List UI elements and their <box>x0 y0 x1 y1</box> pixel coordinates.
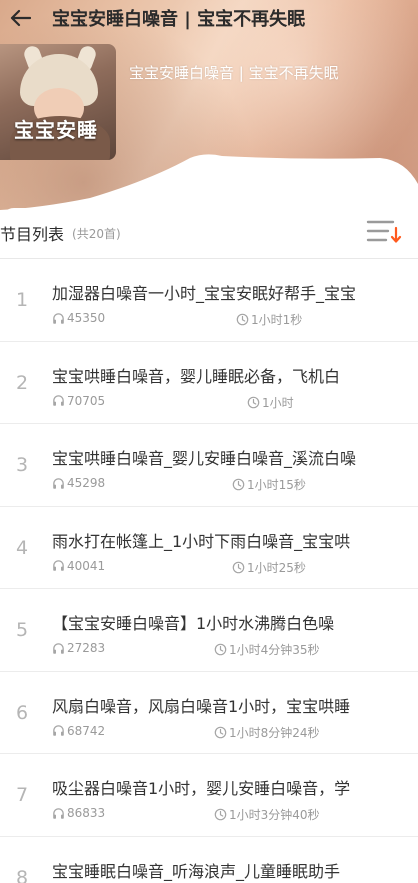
track-title: 吸尘器白噪音1小时，婴儿安睡白噪音，学 <box>52 779 351 798</box>
album-header: 宝宝安睡白噪音 | 宝宝不再失眠 宝宝安睡 宝宝安睡白噪音 | 宝宝不再失眠 <box>0 0 418 215</box>
clock-icon <box>236 313 249 326</box>
clock-icon <box>214 808 227 821</box>
clock-icon <box>247 396 260 408</box>
track-row[interactable]: 1 加湿器白噪音一小时_宝宝安眠好帮手_宝宝 45350 1小时1秒 <box>0 259 418 342</box>
track-index: 7 <box>15 784 29 806</box>
headphones-icon <box>53 807 64 819</box>
clock-icon <box>214 643 227 656</box>
program-list-count: (共20首) <box>72 226 121 241</box>
page-title: 宝宝安睡白噪音 | 宝宝不再失眠 <box>52 9 306 30</box>
headphones-icon <box>53 725 64 736</box>
header-wave-shape <box>0 154 418 215</box>
play-count-value: 86833 <box>67 806 106 820</box>
track-duration: 1小时25秒 <box>232 559 306 576</box>
track-index: 6 <box>15 701 29 724</box>
track-duration: 1小时 <box>247 394 294 411</box>
track-title: 宝宝哄睡白噪音，婴儿睡眠必备，飞机白 <box>52 366 341 386</box>
play-count-value: 45298 <box>67 476 106 490</box>
sort-icon <box>366 220 402 243</box>
track-title: 雨水打在帐篷上_1小时下雨白噪音_宝宝哄 <box>52 531 351 551</box>
track-play-count: 70705 <box>52 394 105 408</box>
headphones-icon <box>53 312 64 324</box>
track-play-count: 27283 <box>52 641 105 655</box>
track-play-count: 86833 <box>52 806 105 820</box>
track-index: 2 <box>15 371 29 394</box>
clock-icon <box>232 478 245 491</box>
track-title: 宝宝哄睡白噪音_婴儿安睡白噪音_溪流白噪 <box>52 449 357 468</box>
sort-button[interactable] <box>366 216 402 250</box>
track-row[interactable]: 8 宝宝睡眠白噪音_听海浪声_儿童睡眠助手 <box>0 837 418 883</box>
track-index: 4 <box>15 536 29 559</box>
track-play-count: 68742 <box>52 724 105 738</box>
track-duration: 1小时4分钟35秒 <box>214 641 320 658</box>
track-duration: 1小时1秒 <box>236 311 302 328</box>
back-arrow-icon <box>10 9 31 27</box>
track-title: 风扇白噪音，风扇白噪音1小时，宝宝哄睡 <box>52 696 351 716</box>
track-duration: 1小时3分钟40秒 <box>214 806 320 823</box>
track-title: 宝宝睡眠白噪音_听海浪声_儿童睡眠助手 <box>52 861 341 881</box>
track-row[interactable]: 6 风扇白噪音，风扇白噪音1小时，宝宝哄睡 68742 1小时8分钟24秒 <box>0 672 418 754</box>
duration-value: 1小时25秒 <box>247 560 306 575</box>
track-play-count: 40041 <box>52 559 105 573</box>
track-list: 1 加湿器白噪音一小时_宝宝安眠好帮手_宝宝 45350 1小时1秒 2 宝宝哄… <box>0 259 418 883</box>
track-index: 1 <box>15 289 29 311</box>
track-title: 【宝宝安睡白噪音】1小时水沸腾白色噪 <box>52 614 335 633</box>
program-list-title: 节目列表 <box>0 225 65 244</box>
track-title: 加湿器白噪音一小时_宝宝安眠好帮手_宝宝 <box>52 284 357 303</box>
headphones-icon <box>53 477 64 489</box>
track-index: 8 <box>15 866 29 883</box>
play-count-value: 70705 <box>67 393 106 408</box>
back-button[interactable] <box>6 6 34 30</box>
track-play-count: 45350 <box>52 311 105 325</box>
duration-value: 1小时4分钟35秒 <box>229 643 320 657</box>
play-count-value: 68742 <box>67 723 106 738</box>
headphones-icon <box>53 560 64 571</box>
track-index: 5 <box>15 619 29 641</box>
track-duration: 1小时15秒 <box>232 476 306 493</box>
album-cover[interactable]: 宝宝安睡 <box>0 44 116 160</box>
clock-icon <box>214 726 227 738</box>
duration-value: 1小时3分钟40秒 <box>229 808 320 822</box>
track-row[interactable]: 3 宝宝哄睡白噪音_婴儿安睡白噪音_溪流白噪 45298 1小时15秒 <box>0 424 418 507</box>
headphones-icon <box>53 395 64 406</box>
program-list-header: 节目列表 (共20首) <box>0 208 418 258</box>
track-row[interactable]: 7 吸尘器白噪音1小时，婴儿安睡白噪音，学 86833 1小时3分钟40秒 <box>0 754 418 837</box>
play-count-value: 45350 <box>67 311 106 325</box>
track-duration: 1小时8分钟24秒 <box>214 724 320 741</box>
clock-icon <box>232 561 245 573</box>
play-count-value: 27283 <box>67 641 106 655</box>
headphones-icon <box>53 642 64 654</box>
duration-value: 1小时15秒 <box>247 478 306 492</box>
track-play-count: 45298 <box>52 476 105 490</box>
track-row[interactable]: 2 宝宝哄睡白噪音，婴儿睡眠必备，飞机白 70705 1小时 <box>0 342 418 424</box>
duration-value: 1小时 <box>262 395 294 410</box>
track-row[interactable]: 4 雨水打在帐篷上_1小时下雨白噪音_宝宝哄 40041 1小时25秒 <box>0 507 418 589</box>
duration-value: 1小时8分钟24秒 <box>229 725 320 740</box>
cover-text: 宝宝安睡 <box>14 118 98 142</box>
album-name: 宝宝安睡白噪音 | 宝宝不再失眠 <box>129 64 339 82</box>
track-row[interactable]: 5 【宝宝安睡白噪音】1小时水沸腾白色噪 27283 1小时4分钟35秒 <box>0 589 418 672</box>
play-count-value: 40041 <box>67 558 106 573</box>
duration-value: 1小时1秒 <box>251 313 303 327</box>
track-index: 3 <box>15 454 29 476</box>
